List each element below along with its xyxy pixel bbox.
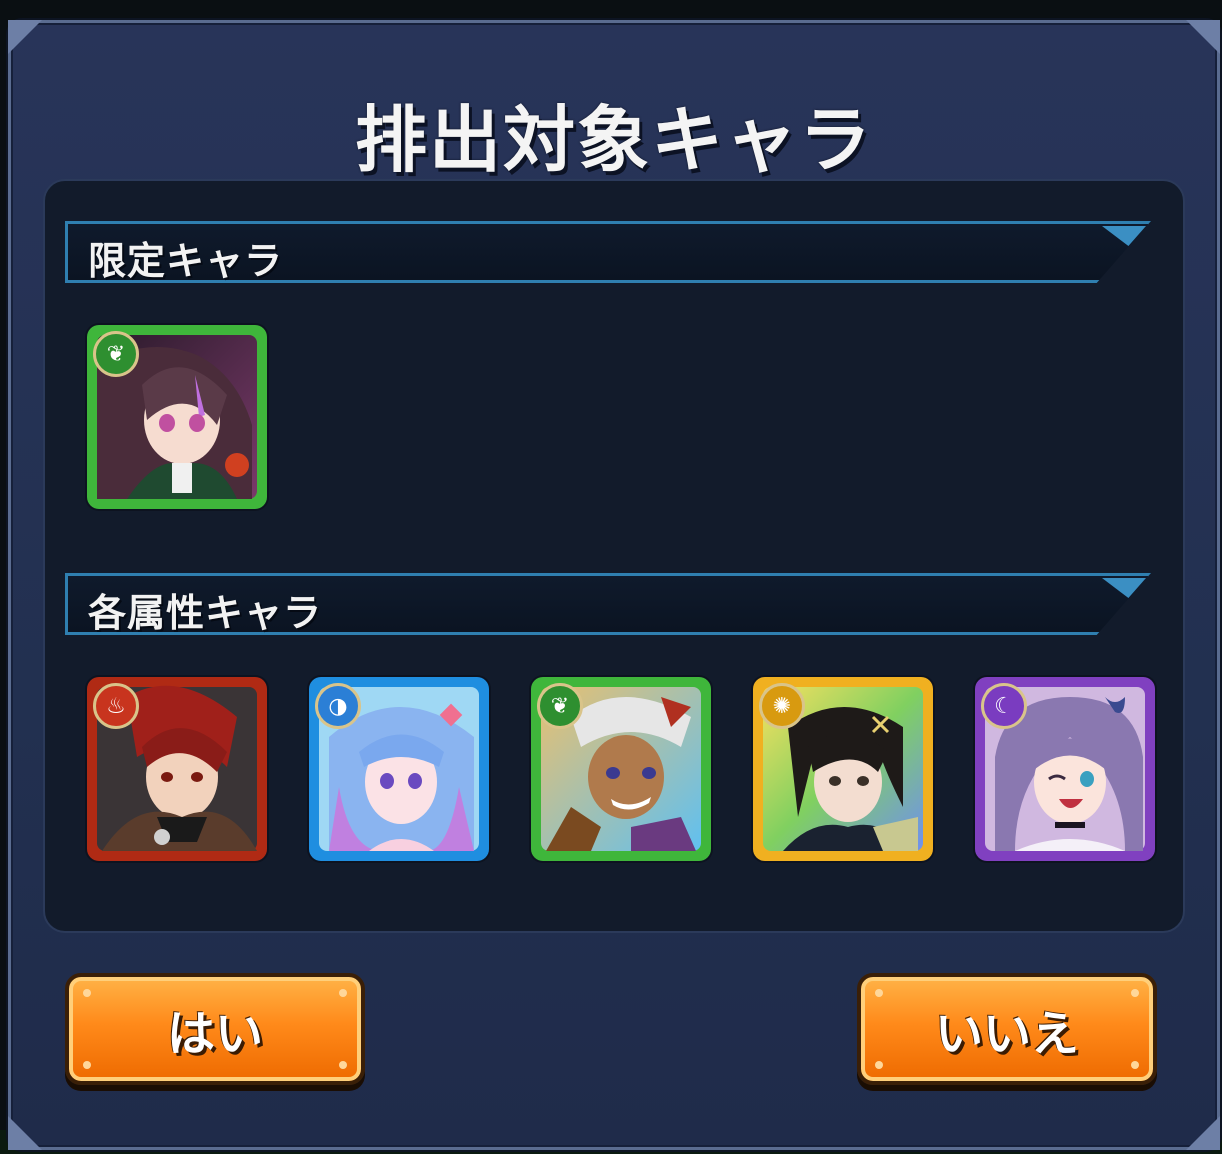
section-header-notch <box>1102 226 1146 246</box>
section-header-limited: 限定キャラ <box>65 221 1151 283</box>
sun-icon: ✺ <box>759 683 805 729</box>
no-button[interactable]: いいえ <box>857 973 1157 1085</box>
yes-button-label: はい <box>166 1006 263 1062</box>
moon-icon: ☾ <box>981 683 1027 729</box>
gacha-target-dialog: 排出対象キャラ 限定キャラ ❦ 各属性キャラ ♨ ◑ ❦ ✺ ☾ はい いいえ <box>8 20 1220 1150</box>
corner-decoration <box>1186 1116 1220 1150</box>
no-button-label: いいえ <box>934 1006 1079 1062</box>
flame-icon: ♨ <box>93 683 139 729</box>
character-card-limited-1[interactable]: ❦ <box>87 325 267 509</box>
corner-decoration <box>8 20 42 54</box>
water-drop-icon: ◑ <box>315 683 361 729</box>
section-label-limited: 限定キャラ <box>88 239 284 283</box>
yes-button[interactable]: はい <box>65 973 365 1085</box>
character-card-water[interactable]: ◑ <box>309 677 489 861</box>
section-header-elements: 各属性キャラ <box>65 573 1151 635</box>
leaf-icon: ❦ <box>537 683 583 729</box>
character-card-wood[interactable]: ❦ <box>531 677 711 861</box>
section-header-notch <box>1102 578 1146 598</box>
dialog-title: 排出対象キャラ <box>354 98 873 182</box>
character-card-fire[interactable]: ♨ <box>87 677 267 861</box>
section-label-elements: 各属性キャラ <box>88 591 323 635</box>
leaf-icon: ❦ <box>93 331 139 377</box>
character-list-panel: 限定キャラ ❦ 各属性キャラ ♨ ◑ ❦ ✺ ☾ <box>43 179 1185 933</box>
character-card-light[interactable]: ✺ <box>753 677 933 861</box>
corner-decoration <box>1186 20 1220 54</box>
corner-decoration <box>8 1116 42 1150</box>
character-card-dark[interactable]: ☾ <box>975 677 1155 861</box>
